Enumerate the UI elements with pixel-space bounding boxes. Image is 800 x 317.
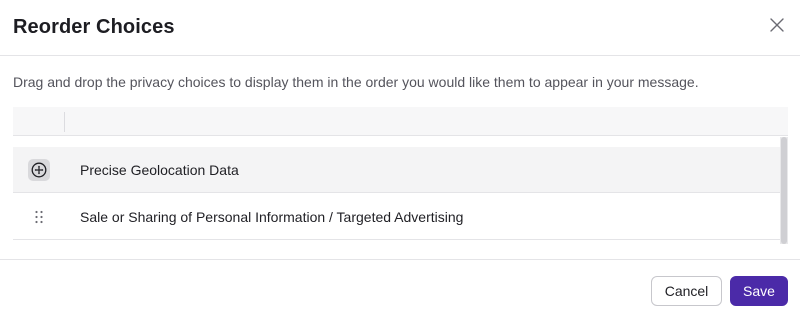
cancel-button[interactable]: Cancel (651, 276, 722, 306)
reorder-choices-modal: Reorder Choices Drag and drop the privac… (0, 0, 800, 317)
drag-handle[interactable] (34, 209, 44, 225)
choice-row[interactable]: Precise Geolocation Data (13, 147, 781, 193)
table-scrollbar[interactable] (780, 137, 788, 244)
scrollbar-thumb[interactable] (781, 137, 787, 244)
close-button[interactable] (766, 14, 788, 36)
column-divider (64, 112, 65, 132)
modal-footer: Cancel Save (0, 259, 800, 317)
choice-label: Sale or Sharing of Personal Information … (80, 209, 464, 225)
close-icon (770, 18, 784, 32)
choices-table: Precise Geolocation Data Sale or Sharing… (13, 107, 788, 244)
modal-description: Drag and drop the privacy choices to dis… (13, 74, 699, 90)
drag-dots-icon (35, 210, 43, 224)
modal-header: Reorder Choices (0, 0, 800, 56)
save-button[interactable]: Save (730, 276, 788, 306)
drag-move-icon (31, 162, 47, 178)
modal-title: Reorder Choices (13, 16, 175, 38)
choice-row[interactable]: Sale or Sharing of Personal Information … (13, 194, 781, 240)
choice-label: Precise Geolocation Data (80, 162, 239, 178)
table-header (13, 107, 788, 136)
drag-handle[interactable] (28, 159, 50, 181)
